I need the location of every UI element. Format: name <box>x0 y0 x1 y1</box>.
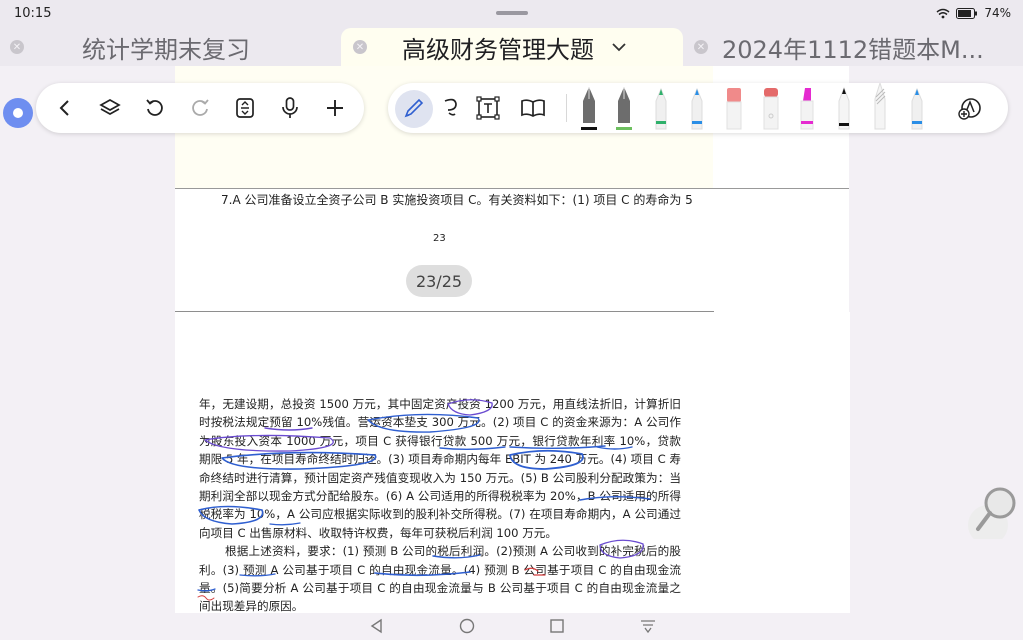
hide-keyboard-icon[interactable] <box>639 617 657 635</box>
pen-tool-icon[interactable] <box>397 91 431 125</box>
clock: 10:15 <box>14 6 52 21</box>
page-scroll-icon[interactable] <box>228 91 262 125</box>
ballpoint-blue-2-icon[interactable] <box>906 83 928 133</box>
blank-area <box>714 312 850 613</box>
undo-icon[interactable] <box>138 91 172 125</box>
text-box-icon[interactable] <box>471 91 505 125</box>
pencil-black-icon[interactable] <box>833 83 855 133</box>
close-icon[interactable]: ✕ <box>10 40 24 54</box>
page-number: 23 <box>433 233 446 244</box>
redo-icon[interactable] <box>183 91 217 125</box>
page-23: 7.A 公司准备设立全资子公司 B 实施投资项目 C。有关资料如下：(1) 项目… <box>175 188 849 313</box>
wifi-icon <box>936 8 950 18</box>
close-icon[interactable]: ✕ <box>353 40 367 54</box>
back-triangle-icon[interactable] <box>368 617 386 635</box>
tab-label: 2024年1112错题本M... <box>722 35 984 64</box>
tab-error-notebook[interactable]: ✕ 2024年1112错题本M... <box>694 28 1023 66</box>
system-nav-bar <box>0 613 1023 640</box>
tab-advanced-finance[interactable]: ✕ 高级财务管理大题 <box>341 28 683 66</box>
page-divider <box>175 311 714 312</box>
layers-icon[interactable] <box>93 91 127 125</box>
magnifier-icon[interactable] <box>966 483 1018 539</box>
battery-icon <box>956 7 978 19</box>
tab-bar: ✕ 统计学期末复习 ✕ 高级财务管理大题 ✕ 2024年1112错题本M... <box>0 28 1023 66</box>
marker-magenta-icon[interactable] <box>796 83 818 133</box>
question-requirements: 根据上述资料，要求：(1) 预测 B 公司的税后利润。(2)预测 A 公司收到的… <box>199 544 681 614</box>
status-bar: 10:15 74% <box>0 0 1023 28</box>
fountain-pen-black-icon[interactable] <box>578 83 600 133</box>
window-handle[interactable] <box>496 11 528 15</box>
question-body: 年，无建设期，总投资 1500 万元，其中固定资产投资 1200 万元，用直线法… <box>199 395 681 616</box>
recording-indicator[interactable] <box>3 98 33 128</box>
page-indicator: 23/25 <box>406 265 472 297</box>
chevron-down-icon[interactable] <box>612 38 626 56</box>
question-paragraph: 年，无建设期，总投资 1500 万元，其中固定资产投资 1200 万元，用直线法… <box>199 397 681 540</box>
add-icon[interactable] <box>318 91 352 125</box>
tab-label: 统计学期末复习 <box>82 35 250 64</box>
back-icon[interactable] <box>48 91 82 125</box>
ballpoint-green-icon[interactable] <box>650 83 672 133</box>
pen-toolbar <box>388 83 1008 133</box>
ballpoint-blue-icon[interactable] <box>686 83 708 133</box>
tab-label: 高级财务管理大题 <box>402 35 594 64</box>
pencil-grey-icon[interactable] <box>869 83 891 133</box>
tab-statistics[interactable]: ✕ 统计学期末复习 <box>10 28 340 66</box>
battery-level: 74% <box>984 6 1011 20</box>
close-icon[interactable]: ✕ <box>694 40 708 54</box>
add-pen-icon[interactable] <box>953 91 987 125</box>
lasso-icon[interactable] <box>434 91 468 125</box>
recents-square-icon[interactable] <box>548 617 566 635</box>
toolbar-separator <box>566 94 567 122</box>
microphone-icon[interactable] <box>273 91 307 125</box>
question-line: 7.A 公司准备设立全资子公司 B 实施投资项目 C。有关资料如下：(1) 项目… <box>221 193 693 207</box>
eraser-icon[interactable] <box>760 83 782 133</box>
reading-mode-icon[interactable] <box>516 91 550 125</box>
status-icons: 74% <box>936 6 1011 20</box>
home-circle-icon[interactable] <box>458 617 476 635</box>
page-24: 年，无建设期，总投资 1500 万元，其中固定资产投资 1200 万元，用直线法… <box>175 313 714 613</box>
navigation-toolbar <box>36 83 364 133</box>
highlighter-pink-icon[interactable] <box>723 83 745 133</box>
fountain-pen-green-icon[interactable] <box>613 83 635 133</box>
